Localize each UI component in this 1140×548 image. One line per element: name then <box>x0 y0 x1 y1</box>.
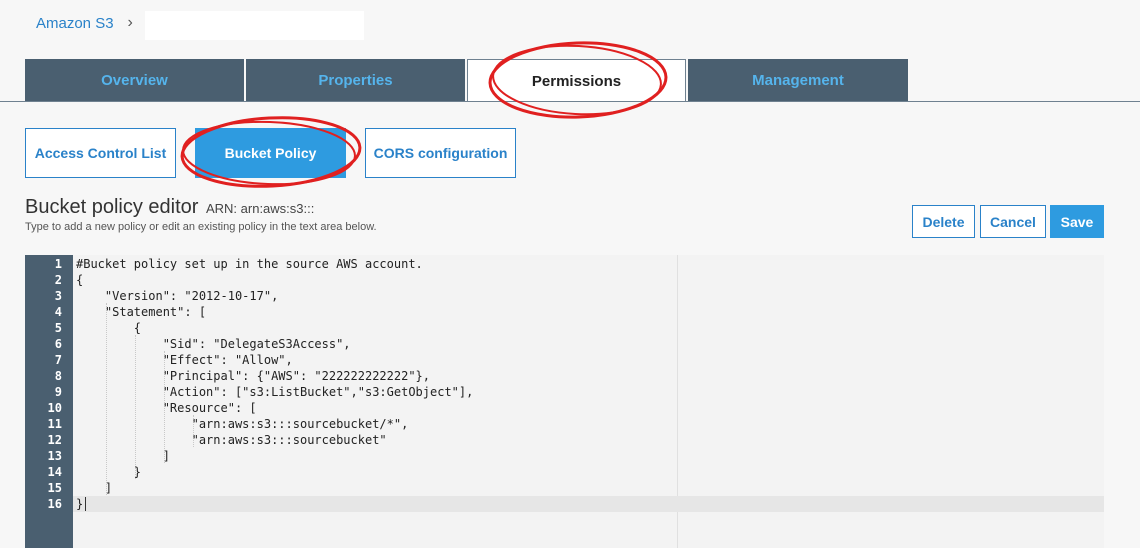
code-line: 15 ] <box>25 480 1104 496</box>
line-number: 9 <box>54 385 62 399</box>
line-number: 8 <box>54 369 62 383</box>
line-number: 7 <box>54 353 62 367</box>
subtab-bucket-policy[interactable]: Bucket Policy <box>195 128 346 178</box>
line-number: 4 <box>54 305 62 319</box>
line-number: 16 <box>47 497 62 511</box>
code-text: #Bucket policy set up in the source AWS … <box>76 257 423 271</box>
code-text: "arn:aws:s3:::sourcebucket" <box>76 433 387 447</box>
code-text: } <box>76 465 142 479</box>
code-line: 7 "Effect": "Allow", <box>25 352 1104 368</box>
line-number: 2 <box>54 273 62 287</box>
code-line: 4 "Statement": [ <box>25 304 1104 320</box>
code-text: ] <box>76 481 113 495</box>
code-line: 11 "arn:aws:s3:::sourcebucket/*", <box>25 416 1104 432</box>
code-line: 9 "Action": ["s3:ListBucket","s3:GetObje… <box>25 384 1104 400</box>
line-number: 12 <box>47 433 62 447</box>
code-line: 16} <box>25 496 1104 512</box>
code-text: ] <box>76 449 170 463</box>
code-text: "Version": "2012-10-17", <box>76 289 279 303</box>
code-line: 14 } <box>25 464 1104 480</box>
code-text: "arn:aws:s3:::sourcebucket/*", <box>76 417 409 431</box>
code-text: { <box>76 273 84 287</box>
code-line: 12 "arn:aws:s3:::sourcebucket" <box>25 432 1104 448</box>
tab-permissions[interactable]: Permissions <box>467 59 686 102</box>
code-line: 13 ] <box>25 448 1104 464</box>
redacted-bucket-name <box>145 11 364 40</box>
arn-label: ARN: arn:aws:s3::: <box>205 201 315 216</box>
breadcrumb: Amazon S3 › <box>36 13 133 33</box>
code-line: 2{ <box>25 272 1104 288</box>
line-number: 10 <box>47 401 62 415</box>
code-line: 6 "Sid": "DelegateS3Access", <box>25 336 1104 352</box>
subtab-cors-configuration[interactable]: CORS configuration <box>365 128 516 178</box>
subtab-access-control-list[interactable]: Access Control List <box>25 128 176 178</box>
code-text: "Resource": [ <box>76 401 257 415</box>
code-line: 5 { <box>25 320 1104 336</box>
code-text: "Principal": {"AWS": "222222222222"}, <box>76 369 431 383</box>
page-title: Bucket policy editor ARN: arn:aws:s3::: <box>25 196 314 219</box>
line-number: 15 <box>47 481 62 495</box>
tab-overview[interactable]: Overview <box>25 59 244 101</box>
line-number: 1 <box>54 257 62 271</box>
delete-button[interactable]: Delete <box>912 205 975 238</box>
code-line: 10 "Resource": [ <box>25 400 1104 416</box>
code-line: 8 "Principal": {"AWS": "222222222222"}, <box>25 368 1104 384</box>
code-text: { <box>76 321 142 335</box>
line-number: 6 <box>54 337 62 351</box>
tab-management[interactable]: Management <box>688 59 908 101</box>
line-number: 5 <box>54 321 62 335</box>
line-number: 3 <box>54 289 62 303</box>
editor-title-text: Bucket policy editor <box>25 196 199 218</box>
line-number: 13 <box>47 449 62 463</box>
code-text: "Effect": "Allow", <box>76 353 293 367</box>
save-button[interactable]: Save <box>1050 205 1104 238</box>
tabs-divider <box>0 101 1140 102</box>
code-line: 1 #Bucket policy set up in the source AWS… <box>25 256 1104 272</box>
policy-code-editor[interactable]: 1 #Bucket policy set up in the source AWS… <box>25 255 1104 548</box>
code-text: "Sid": "DelegateS3Access", <box>76 337 351 351</box>
line-number: 14 <box>47 465 62 479</box>
code-text: "Action": ["s3:ListBucket","s3:GetObject… <box>76 385 474 399</box>
code-text: } <box>76 497 84 511</box>
cancel-button[interactable]: Cancel <box>980 205 1046 238</box>
tab-properties[interactable]: Properties <box>246 59 465 101</box>
code-text: "Statement": [ <box>76 305 207 319</box>
line-number: 11 <box>47 417 62 431</box>
code-line: 3 "Version": "2012-10-17", <box>25 288 1104 304</box>
editor-help-text: Type to add a new policy or edit an exis… <box>25 221 377 233</box>
breadcrumb-amazon-s3-link[interactable]: Amazon S3 <box>36 15 114 32</box>
text-cursor <box>85 497 86 511</box>
chevron-right-icon: › <box>127 14 133 31</box>
